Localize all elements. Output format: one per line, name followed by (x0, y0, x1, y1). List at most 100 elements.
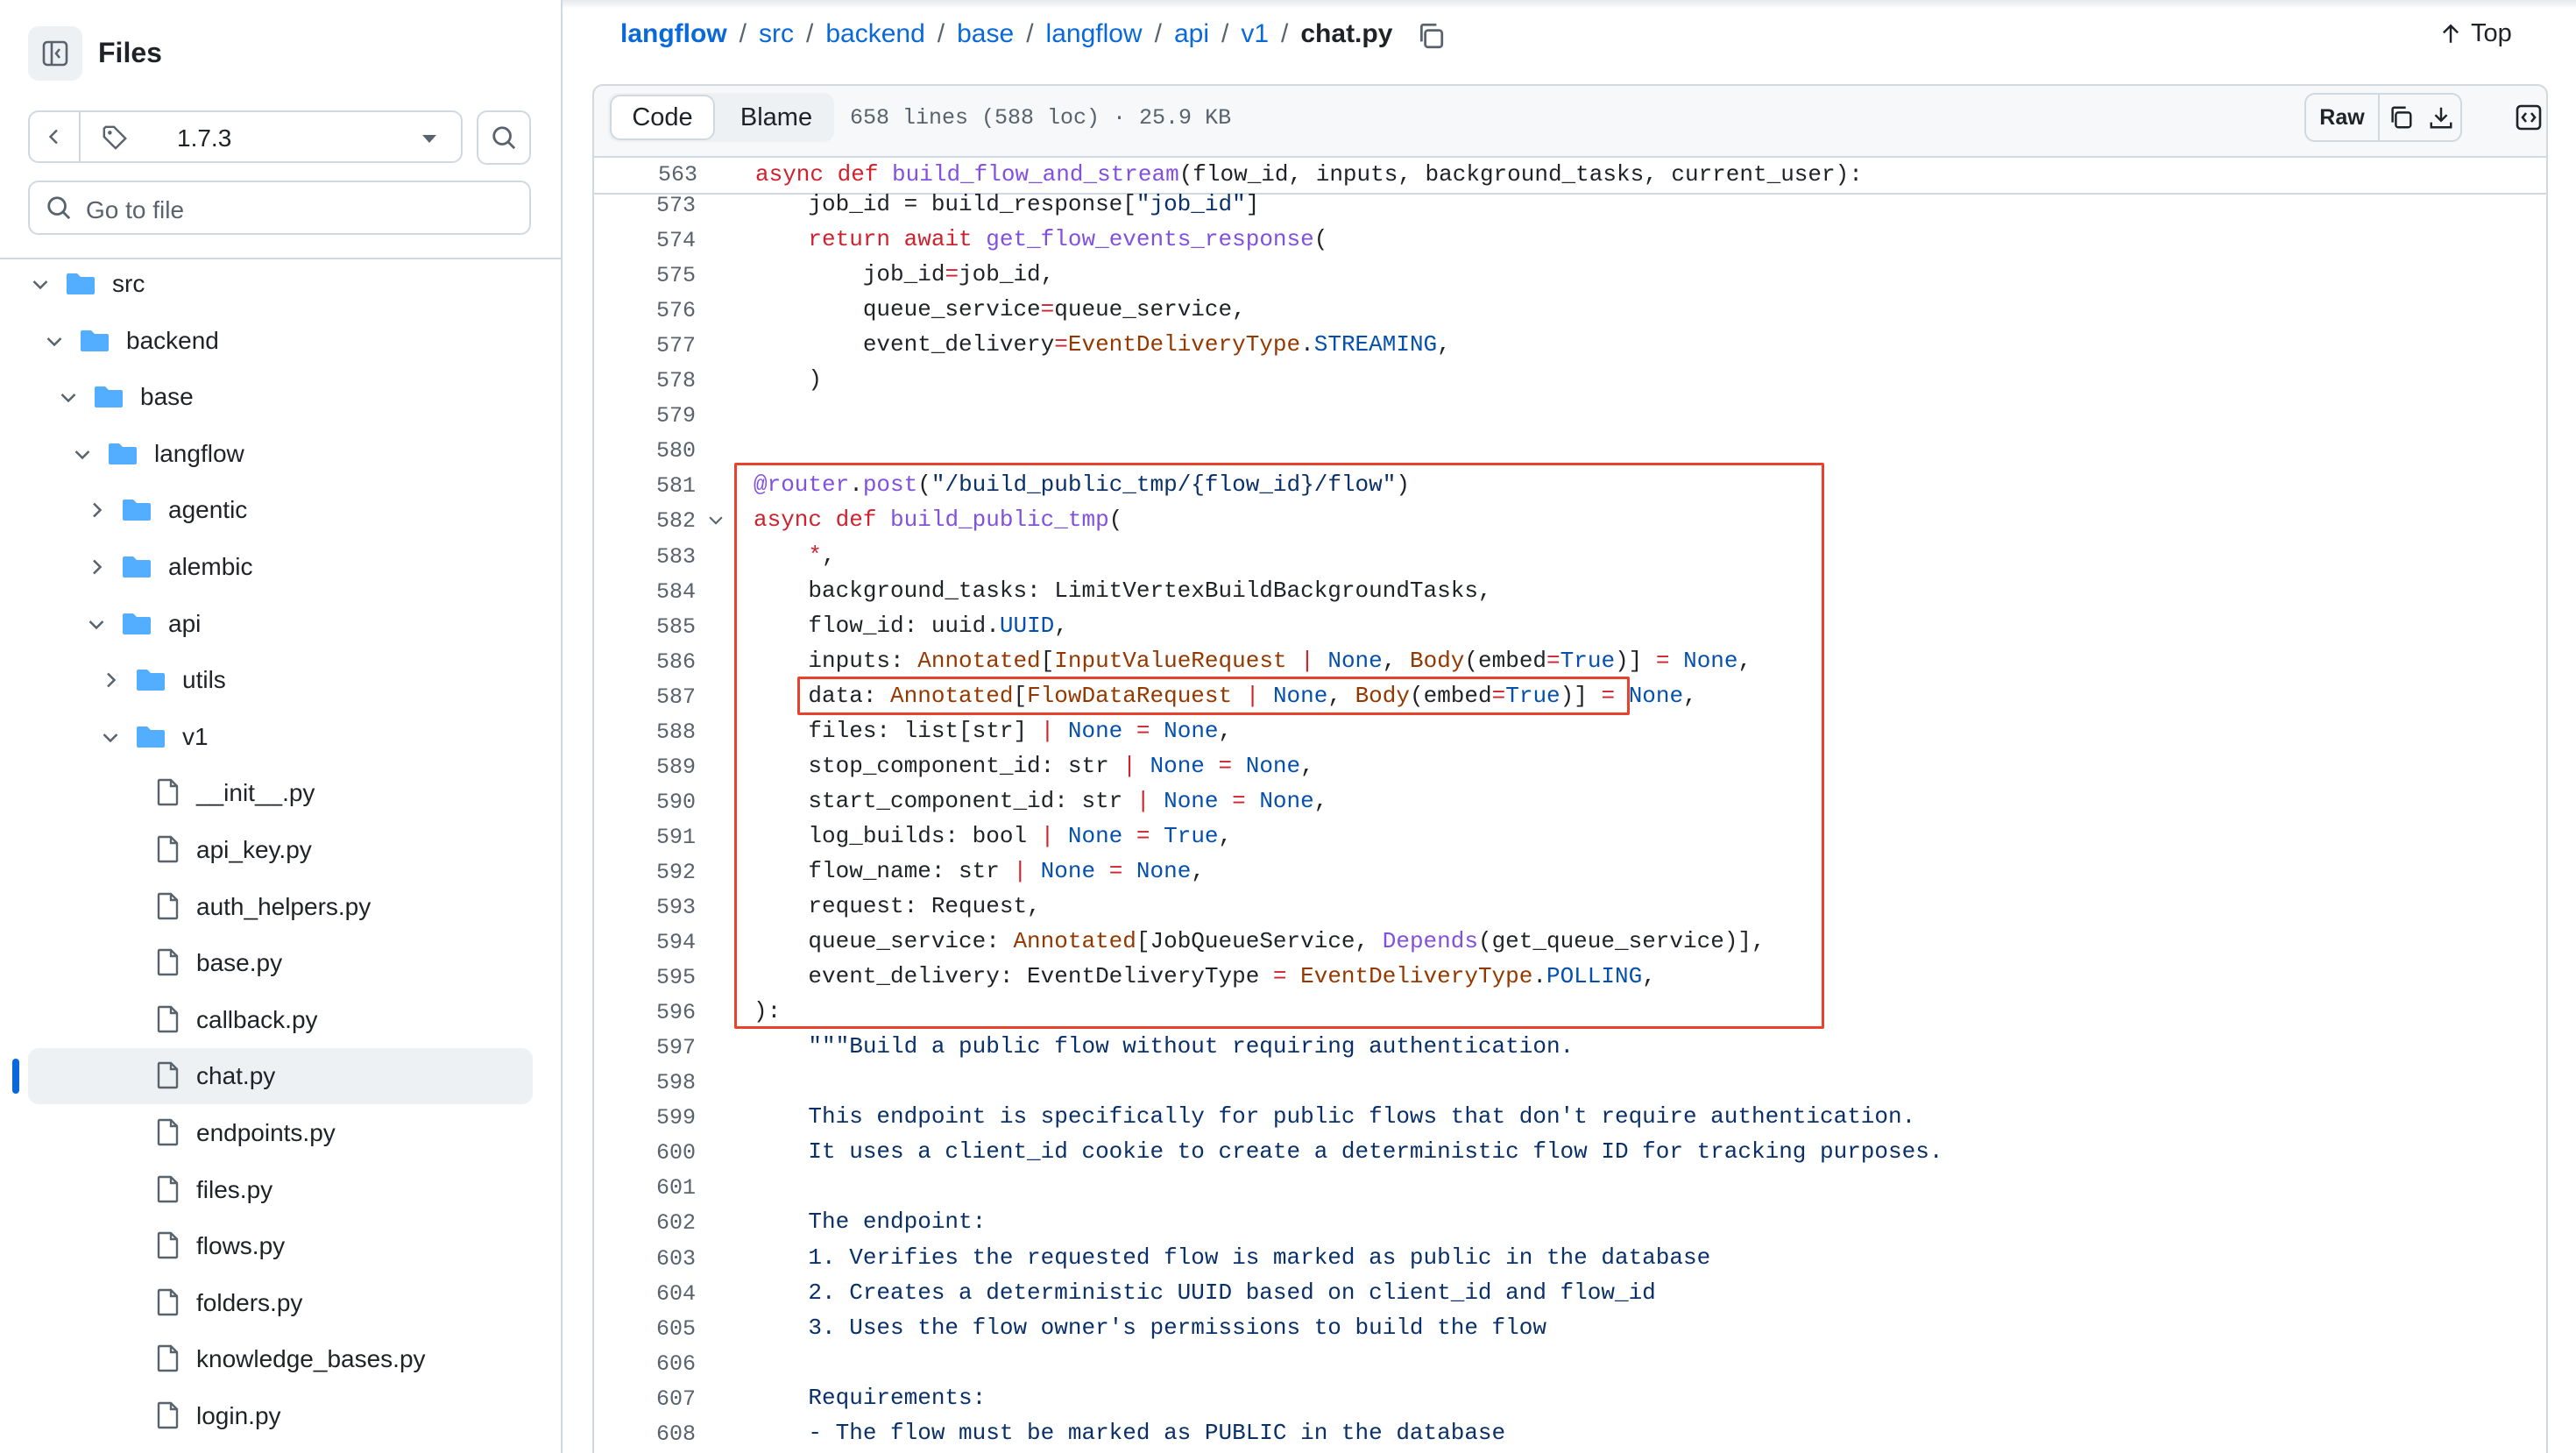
tree-file-api-key-py[interactable]: api_key.py (0, 822, 561, 878)
expand-toggle[interactable] (58, 386, 79, 408)
tree-item-label: callback.py (196, 1006, 318, 1033)
line-number[interactable]: 588 (594, 719, 696, 745)
download-button[interactable] (2420, 95, 2462, 140)
branch-selector[interactable]: 1.7.3 (79, 110, 463, 163)
line-number[interactable]: 579 (594, 403, 696, 429)
tab-blame[interactable]: Blame (722, 95, 831, 140)
copy-raw-button[interactable] (2380, 95, 2422, 140)
expand-toggle[interactable] (86, 556, 107, 578)
line-number[interactable]: 600 (594, 1140, 696, 1166)
line-number[interactable]: 585 (594, 614, 696, 640)
sticky-scroll-header[interactable]: 563 async def build_flow_and_stream(flow_… (594, 158, 2546, 195)
tree-folder-base[interactable]: base (0, 369, 561, 425)
line-number[interactable]: 589 (594, 755, 696, 780)
tree-file-files-py[interactable]: files.py (0, 1162, 561, 1218)
line-number[interactable]: 574 (594, 228, 696, 253)
line-number[interactable]: 599 (594, 1105, 696, 1131)
tab-code[interactable]: Code (610, 95, 715, 140)
tree-file-auth-helpers-py[interactable]: auth_helpers.py (0, 879, 561, 935)
line-number[interactable]: 577 (594, 333, 696, 358)
tree-file-callback-py[interactable]: callback.py (0, 992, 561, 1048)
tree-file-base-py[interactable]: base.py (0, 935, 561, 991)
tree-folder-api[interactable]: api (0, 596, 561, 652)
line-number[interactable]: 584 (594, 579, 696, 605)
line-number[interactable]: 603 (594, 1246, 696, 1272)
line-number[interactable]: 596 (594, 1000, 696, 1025)
sidebar-collapse-icon (42, 40, 68, 67)
go-to-file-input[interactable]: Go to file (28, 181, 531, 235)
breadcrumb-link-2[interactable]: backend (825, 19, 924, 48)
chevron-right-icon (93, 502, 103, 518)
expand-toggle[interactable] (86, 500, 107, 521)
line-number[interactable]: 607 (594, 1386, 696, 1412)
line-number[interactable]: 598 (594, 1070, 696, 1095)
tree-file---init---py[interactable]: __init__.py (0, 765, 561, 821)
back-button[interactable] (28, 110, 81, 163)
line-number[interactable]: 573 (594, 193, 696, 218)
tree-file-endpoints-py[interactable]: endpoints.py (0, 1105, 561, 1161)
file-icon-wrap (154, 891, 182, 925)
code-token: The endpoint: (754, 1208, 987, 1235)
line-number[interactable]: 590 (594, 790, 696, 815)
tree-folder-agentic[interactable]: agentic (0, 482, 561, 538)
line-number[interactable]: 594 (594, 930, 696, 955)
line-number[interactable]: 587 (594, 684, 696, 710)
selected-row-bg (28, 1048, 533, 1104)
tree-folder-backend[interactable]: backend (0, 313, 561, 369)
arrow-up-icon (2443, 24, 2459, 43)
line-number[interactable]: 597 (594, 1035, 696, 1060)
breadcrumb-link-3[interactable]: base (957, 19, 1014, 48)
tree-folder-langflow[interactable]: langflow (0, 426, 561, 482)
tree-folder-v1[interactable]: v1 (0, 709, 561, 765)
breadcrumb-link-4[interactable]: langflow (1046, 19, 1143, 48)
tree-folder-src[interactable]: src (0, 256, 561, 312)
tree-item-label: utils (182, 666, 226, 693)
line-number[interactable]: 608 (594, 1421, 696, 1447)
tree-file-chat-py[interactable]: chat.py (0, 1048, 561, 1104)
search-files-button[interactable] (477, 110, 531, 165)
raw-button[interactable]: Raw (2306, 95, 2380, 140)
copy-path-button[interactable] (1416, 21, 1446, 55)
tree-file-folders-py[interactable]: folders.py (0, 1275, 561, 1331)
code-token: ] (1245, 191, 1260, 217)
breadcrumb-link-5[interactable]: api (1174, 19, 1209, 48)
breadcrumb-link-1[interactable]: src (759, 19, 794, 48)
tree-file-knowledge-bases-py[interactable]: knowledge_bases.py (0, 1331, 561, 1387)
line-number[interactable]: 592 (594, 860, 696, 885)
line-number[interactable]: 581 (594, 473, 696, 499)
collapse-sidebar-button[interactable] (28, 26, 82, 81)
expand-toggle[interactable] (72, 443, 93, 464)
line-number[interactable]: 605 (594, 1316, 696, 1342)
tree-folder-utils[interactable]: utils (0, 652, 561, 708)
line-number[interactable]: 563 (594, 162, 697, 188)
expand-toggle[interactable] (100, 726, 121, 748)
line-number[interactable]: 595 (594, 965, 696, 990)
line-number[interactable]: 602 (594, 1210, 696, 1236)
expand-toggle[interactable] (30, 273, 51, 294)
line-number[interactable]: 593 (594, 895, 696, 920)
line-number[interactable]: 601 (594, 1175, 696, 1201)
line-number[interactable]: 591 (594, 825, 696, 850)
line-number[interactable]: 580 (594, 438, 696, 464)
search-icon (492, 126, 516, 150)
symbols-panel-button[interactable] (2504, 93, 2553, 142)
tree-file-login-py[interactable]: login.py (0, 1388, 561, 1444)
line-number[interactable]: 583 (594, 544, 696, 570)
chevron-down-icon (32, 280, 48, 290)
expand-toggle[interactable] (44, 330, 65, 351)
breadcrumb-link-6[interactable]: v1 (1241, 19, 1269, 48)
line-number[interactable]: 604 (594, 1281, 696, 1307)
line-number[interactable]: 586 (594, 649, 696, 675)
tree-folder-alembic[interactable]: alembic (0, 539, 561, 595)
line-number[interactable]: 576 (594, 298, 696, 323)
expand-toggle[interactable] (86, 613, 107, 634)
line-number[interactable]: 578 (594, 368, 696, 393)
line-number[interactable]: 575 (594, 263, 696, 288)
line-number[interactable]: 582 (594, 508, 696, 534)
fold-chevron-icon[interactable] (706, 510, 725, 529)
line-number[interactable]: 606 (594, 1351, 696, 1377)
tree-file-flows-py[interactable]: flows.py (0, 1218, 561, 1274)
breadcrumb-link-0[interactable]: langflow (620, 19, 727, 48)
expand-toggle[interactable] (100, 670, 121, 691)
top-button[interactable]: Top (2439, 19, 2512, 48)
